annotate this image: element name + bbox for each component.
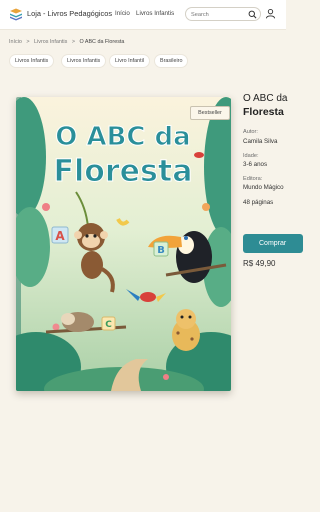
buy-button[interactable]: Comprar [243,234,303,253]
publisher-value: Mundo Mágico [243,184,284,191]
tag-chip[interactable]: Brasileiro [154,54,189,68]
author-value: Camila Silva [243,138,278,145]
breadcrumb-separator: > [71,39,75,45]
breadcrumb-category[interactable]: Livros Infantis [34,39,67,45]
product-title-line1: O ABC da [243,93,288,104]
user-account-icon[interactable] [265,8,276,19]
breadcrumb: Início > Livros Infantis > O ABC da Flor… [9,39,127,45]
age-value: 3-6 anos [243,161,268,168]
product-title-line2: Floresta [243,106,284,118]
publisher-label: Editora: [243,176,263,182]
cover-title-line1: O ABC da [55,122,190,152]
search-box[interactable] [185,7,261,21]
breadcrumb-current: O ABC da Floresta [79,39,125,45]
breadcrumb-home[interactable]: Início [9,39,22,45]
letter-block-b: B [153,241,169,257]
letter-block-a: A [51,226,69,244]
book-stack-logo-icon[interactable] [9,7,23,21]
search-input[interactable] [191,10,247,19]
search-icon[interactable] [248,10,257,19]
svg-text:C: C [105,320,112,330]
age-label: Idade: [243,153,259,159]
top-header: Loja - Livros Pedagógicos Início Livros … [0,0,286,30]
page-count: 48 páginas [243,199,274,206]
svg-text:A: A [55,229,65,243]
product-price: R$ 49,90 [243,259,276,268]
cover-title-line2: Floresta [54,154,193,189]
tag-chip[interactable]: Livro Infantil [109,54,151,68]
nav-link-home[interactable]: Início [115,10,130,17]
tag-chip[interactable]: Livros Infantis [9,54,55,68]
bestseller-badge: Bestseller [190,106,230,120]
author-label: Autor: [243,129,258,135]
nav-link-childrens-books[interactable]: Livros Infantis [136,10,174,17]
brand-name[interactable]: Loja - Livros Pedagógicos [27,9,112,18]
svg-text:B: B [157,245,165,256]
breadcrumb-separator: > [26,39,30,45]
tag-chip[interactable]: Livros Infantis [61,54,107,68]
book-cover-image: O ABC da Floresta A B C [16,97,231,391]
letter-block-c: C [101,316,116,331]
